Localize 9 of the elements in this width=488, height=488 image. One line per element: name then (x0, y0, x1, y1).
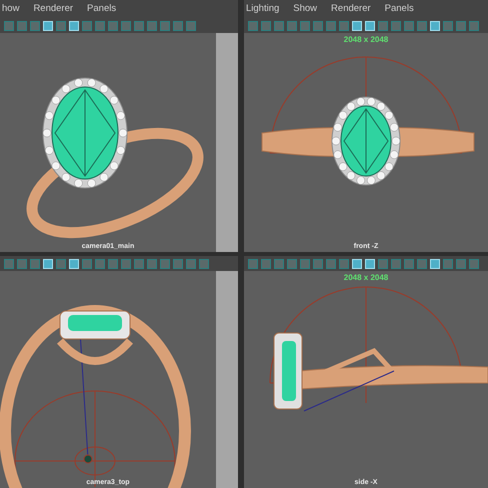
menu-item[interactable]: Show (293, 4, 318, 14)
menu-item[interactable]: Panels (384, 4, 414, 14)
resolution-label: 2048 x 2048 (344, 35, 388, 45)
menu-item[interactable]: Renderer (33, 4, 74, 14)
menu-item[interactable]: Panels (87, 4, 116, 14)
resolution-label: 2048 x 2048 (344, 273, 388, 283)
menu-item[interactable]: Renderer (331, 4, 371, 14)
menu-item[interactable]: how (2, 4, 20, 14)
menu-item[interactable]: Lighting (246, 4, 280, 14)
